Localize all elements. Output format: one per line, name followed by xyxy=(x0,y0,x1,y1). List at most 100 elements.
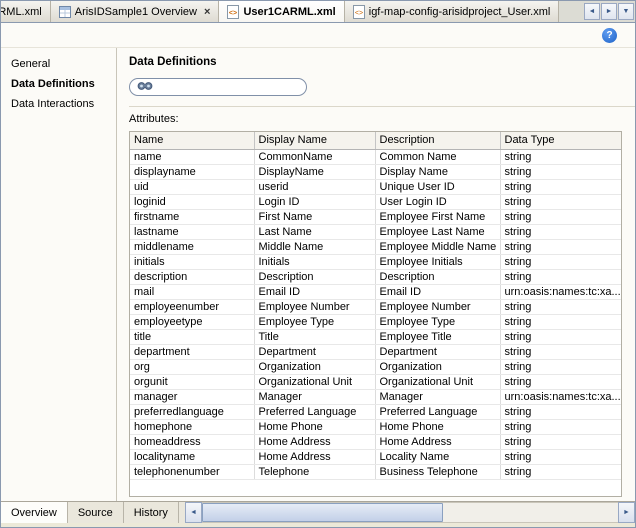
table-cell: homephone xyxy=(130,419,255,435)
search-box[interactable] xyxy=(129,78,307,96)
table-cell: string xyxy=(500,239,621,255)
scrollbar-thumb[interactable] xyxy=(201,503,444,522)
table-row[interactable]: firstname First Name Employee First Name st… xyxy=(130,209,621,225)
section-sidebar: General Data Definitions Data Interactio… xyxy=(1,48,117,501)
sidebar-item-general[interactable]: General xyxy=(1,54,116,74)
table-row[interactable]: preferredlanguage Preferred Language Prefe… xyxy=(130,404,621,420)
table-cell: string xyxy=(500,164,621,180)
table-cell: urn:oasis:names:tc:xa... xyxy=(500,284,621,300)
xml-file-icon: <> xyxy=(227,4,240,19)
tab-source[interactable]: Source xyxy=(68,502,124,523)
table-row[interactable]: name CommonName Common Name string xyxy=(130,149,621,165)
table-row[interactable]: homeaddress Home Address Home Address strin… xyxy=(130,434,621,450)
binoculars-icon xyxy=(137,80,153,94)
column-header-display-name[interactable]: Display Name xyxy=(254,132,376,150)
table-cell: Email ID xyxy=(375,284,501,300)
tab-list-button[interactable]: ▼ xyxy=(618,3,634,20)
table-row[interactable]: homephone Home Phone Home Phone string xyxy=(130,419,621,435)
table-cell: Employee Middle Name xyxy=(375,239,501,255)
sidebar-item-data-interactions[interactable]: Data Interactions xyxy=(1,94,116,114)
table-cell: string xyxy=(500,179,621,195)
table-cell: string xyxy=(500,194,621,210)
table-cell: string xyxy=(500,314,621,330)
table-row[interactable]: uid userid Unique User ID string xyxy=(130,179,621,195)
table-cell: Manager xyxy=(254,389,376,405)
tab-label: ArisIDSample1 Overview xyxy=(74,5,197,18)
table-cell: First Name xyxy=(254,209,376,225)
column-header-name[interactable]: Name xyxy=(130,132,255,150)
table-row[interactable]: orgunit Organizational Unit Organizational… xyxy=(130,374,621,390)
table-row[interactable]: lastname Last Name Employee Last Name strin… xyxy=(130,224,621,240)
table-cell: uid xyxy=(130,179,255,195)
table-cell: title xyxy=(130,329,255,345)
table-row[interactable]: telephonenumber Telephone Business Telepho… xyxy=(130,464,621,480)
table-cell: loginid xyxy=(130,194,255,210)
table-cell: Employee Initials xyxy=(375,254,501,270)
table-row[interactable]: middlename Middle Name Employee Middle Nam… xyxy=(130,239,621,255)
attributes-table: Name Display Name Description Data Type … xyxy=(130,132,621,480)
scroll-tabs-left-button[interactable]: ◄ xyxy=(584,3,600,20)
table-row[interactable]: employeenumber Employee Number Employee Nu… xyxy=(130,299,621,315)
table-cell: middlename xyxy=(130,239,255,255)
table-cell: Home Address xyxy=(254,449,376,465)
attributes-label: Attributes: xyxy=(129,113,179,125)
table-row[interactable]: org Organization Organization string xyxy=(130,359,621,375)
table-cell: Login ID xyxy=(254,194,376,210)
window-bottom-edge xyxy=(1,523,635,527)
sidebar-item-data-definitions[interactable]: Data Definitions xyxy=(1,74,116,94)
scroll-left-button[interactable]: ◄ xyxy=(184,502,202,523)
table-cell: Employee Type xyxy=(375,314,501,330)
tab-arml-xml[interactable]: <> ARML.xml xyxy=(1,1,51,22)
help-icon[interactable]: ? xyxy=(602,27,617,43)
table-row[interactable]: employeetype Employee Type Employee Type st… xyxy=(130,314,621,330)
table-row[interactable]: manager Manager Manager urn:oasis:names:tc:… xyxy=(130,389,621,405)
table-cell: Employee Number xyxy=(254,299,376,315)
table-cell: Display Name xyxy=(375,164,501,180)
editor-bottom-bar: Overview Source History ◄ ► xyxy=(1,501,635,523)
table-cell: string xyxy=(500,449,621,465)
table-cell: string xyxy=(500,359,621,375)
table-cell: string xyxy=(500,269,621,285)
table-row[interactable]: initials Initials Employee Initials string xyxy=(130,254,621,270)
table-row[interactable]: department Department Department string xyxy=(130,344,621,360)
table-cell: Business Telephone xyxy=(375,464,501,480)
table-cell: department xyxy=(130,344,255,360)
table-cell: initials xyxy=(130,254,255,270)
column-header-description[interactable]: Description xyxy=(375,132,501,150)
table-cell: Title xyxy=(254,329,376,345)
table-cell: Locality Name xyxy=(375,449,501,465)
close-icon[interactable]: × xyxy=(204,6,210,18)
horizontal-scrollbar[interactable]: ◄ ► xyxy=(184,502,635,523)
tab-label: igf-map-config-arisidproject_User.xml xyxy=(368,5,551,18)
table-cell: Organizational Unit xyxy=(375,374,501,390)
table-cell: string xyxy=(500,209,621,225)
tab-arisidsample1-overview[interactable]: ArisIDSample1 Overview × xyxy=(50,1,220,22)
table-row[interactable]: title Title Employee Title string xyxy=(130,329,621,345)
column-header-data-type[interactable]: Data Type xyxy=(500,132,621,150)
table-row[interactable]: localityname Home Address Locality Name str… xyxy=(130,449,621,465)
table-row[interactable]: description Description Description string xyxy=(130,269,621,285)
editor-window: <> ARML.xml ArisIDSample1 Overview × <> … xyxy=(0,0,636,528)
table-cell: lastname xyxy=(130,224,255,240)
tab-label: User1CARML.xml xyxy=(243,5,336,18)
search-input[interactable] xyxy=(158,81,300,93)
overview-diagram-icon xyxy=(58,5,71,18)
tab-igf-map-config[interactable]: <> igf-map-config-arisidproject_User.xml xyxy=(344,1,560,22)
table-row[interactable]: displayname DisplayName Display Name string xyxy=(130,164,621,180)
tab-user1carml-xml[interactable]: <> User1CARML.xml xyxy=(219,1,345,22)
svg-text:<>: <> xyxy=(355,10,363,17)
table-cell: Department xyxy=(254,344,376,360)
attributes-table-viewport: Name Display Name Description Data Type … xyxy=(129,131,622,497)
table-row[interactable]: mail Email ID Email ID urn:oasis:names:tc:x… xyxy=(130,284,621,300)
tab-history[interactable]: History xyxy=(124,502,179,523)
table-cell: DisplayName xyxy=(254,164,376,180)
table-row[interactable]: loginid Login ID User Login ID string xyxy=(130,194,621,210)
tab-overview[interactable]: Overview xyxy=(1,502,68,523)
scroll-tabs-right-button[interactable]: ► xyxy=(601,3,617,20)
table-cell: Manager xyxy=(375,389,501,405)
table-cell: Employee Type xyxy=(254,314,376,330)
scrollbar-track[interactable] xyxy=(201,502,618,523)
overview-editor: General Data Definitions Data Interactio… xyxy=(1,48,635,501)
table-cell: Home Address xyxy=(375,434,501,450)
scroll-right-button[interactable]: ► xyxy=(618,502,635,523)
